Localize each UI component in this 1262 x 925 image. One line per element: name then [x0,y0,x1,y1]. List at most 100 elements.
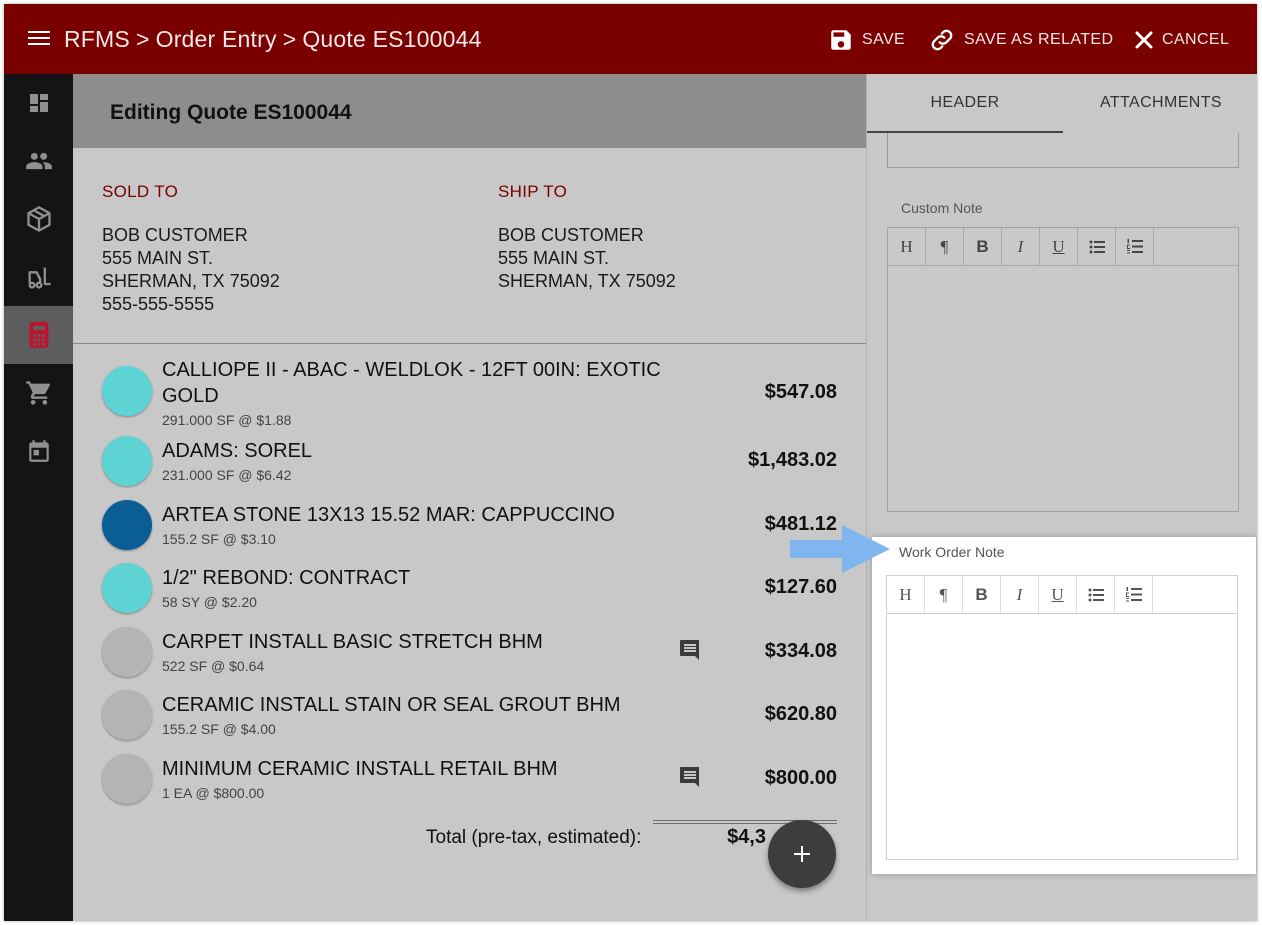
sold-to-address: BOB CUSTOMER 555 MAIN ST. SHERMAN, TX 75… [102,224,280,316]
line-item-detail: 155.2 SF @ $3.10 [162,531,276,547]
save-label: SAVE [862,31,906,48]
line-item-name: MINIMUM CERAMIC INSTALL RETAIL BHM [162,758,558,780]
ship-to-line: BOB CUSTOMER [498,225,644,245]
bold-button[interactable]: B [964,228,1002,265]
numbered-list-icon [1125,587,1142,602]
save-as-related-button[interactable]: SAVE AS RELATED [928,26,1113,54]
ship-to-line: 555 MAIN ST. [498,248,610,268]
custom-note-toolbar: H ¶ B I U [888,228,1238,266]
line-status-dot [102,500,152,550]
section-divider [73,343,866,344]
line-item-detail: 291.000 SF @ $1.88 [162,412,292,428]
close-icon [1135,31,1153,49]
underline-button[interactable]: U [1040,228,1078,265]
bulleted-list-icon [1088,588,1104,601]
sold-to-line: SHERMAN, TX 75092 [102,271,280,291]
line-item-name: CERAMIC INSTALL STAIN OR SEAL GROUT BHM [162,694,621,716]
package-icon [26,206,51,232]
app-window: RFMS > Order Entry > Quote ES100044 SAVE SAV… [4,4,1257,921]
quote-panel: Editing Quote ES100044 SOLD TO BOB CUSTO… [73,74,866,921]
ship-to-label: SHIP TO [498,182,568,201]
nav-products[interactable] [4,190,73,248]
previous-field[interactable] [887,133,1239,168]
breadcrumb-item-rfms[interactable]: RFMS [64,26,130,52]
total-label: Total (pre-tax, estimated): [426,827,642,848]
link-icon [931,29,953,51]
nav-schedule[interactable] [4,422,73,480]
line-status-dot [102,690,152,740]
cart-icon [25,381,50,405]
line-status-dot [102,563,152,613]
breadcrumb-item-order-entry[interactable]: Order Entry [156,26,277,52]
sold-to-label: SOLD TO [102,182,179,201]
page-title: Editing Quote ES100044 [110,101,352,124]
line-item-name: ARTEA STONE 13X13 15.52 MAR: CAPPUCCINO [162,504,615,526]
line-item-name: 1/2" REBOND: CONTRACT [162,567,411,589]
line-item-detail: 231.000 SF @ $6.42 [162,467,292,483]
breadcrumb-separator: > [282,26,297,52]
breadcrumb-separator: > [135,26,150,52]
underline-button[interactable]: U [1039,576,1077,613]
bulleted-list-button[interactable] [1077,576,1115,613]
calculator-icon [29,322,48,348]
numbered-list-button[interactable] [1115,576,1153,613]
line-item-price: $547.08 [764,381,837,403]
line-item-detail: 1 EA @ $800.00 [162,785,265,801]
italic-button[interactable]: I [1002,228,1040,265]
ship-to-line: SHERMAN, TX 75092 [498,271,676,291]
forklift-icon [28,267,51,289]
work-order-note-text-area[interactable] [887,614,1237,859]
cancel-button[interactable]: CANCEL [1134,26,1229,54]
work-order-note-toolbar: H ¶ B I U [887,576,1237,614]
save-icon [831,30,851,50]
numbered-list-button[interactable] [1116,228,1154,265]
line-item-price: $127.60 [764,576,837,598]
nav-inventory[interactable] [4,248,73,306]
dashboard-icon [29,94,48,112]
save-button[interactable]: SAVE [828,26,905,54]
line-item-price: $1,483.02 [748,449,837,471]
heading-button[interactable]: H [887,576,925,613]
nav-dashboard[interactable] [4,74,73,132]
callout-arrow-icon [790,525,890,573]
nav-quotes[interactable] [4,306,73,364]
line-item-detail: 522 SF @ $0.64 [162,658,265,674]
italic-button[interactable]: I [1001,576,1039,613]
line-item-price: $334.08 [764,640,837,662]
bold-button[interactable]: B [963,576,1001,613]
line-item-name: CALLIOPE II - ABAC - WELDLOK - 12FT 00IN… [162,359,661,407]
nav-rail [4,74,73,921]
line-status-dot [102,754,152,804]
tab-attachments[interactable]: ATTACHMENTS [1063,74,1257,132]
calendar-icon [28,440,49,462]
line-item-detail: 58 SY @ $2.20 [162,594,257,610]
line-status-dot [102,366,152,416]
line-item-detail: 155.2 SF @ $4.00 [162,721,276,737]
paragraph-button[interactable]: ¶ [926,228,964,265]
cancel-label: CANCEL [1162,31,1230,48]
nav-orders[interactable] [4,364,73,422]
custom-note-editor: H ¶ B I U [887,227,1239,512]
heading-button[interactable]: H [888,228,926,265]
top-app-bar: RFMS > Order Entry > Quote ES100044 SAVE SAV… [4,4,1257,74]
paragraph-button[interactable]: ¶ [925,576,963,613]
bulleted-list-button[interactable] [1078,228,1116,265]
comment-icon[interactable] [677,765,703,789]
breadcrumb: RFMS > Order Entry > Quote ES100044 [64,26,482,53]
sold-to-line: 555 MAIN ST. [102,248,214,268]
numbered-list-icon [1126,239,1143,254]
work-order-note-editor: H ¶ B I U [886,575,1238,860]
nav-customers[interactable] [4,132,73,190]
menu-icon[interactable] [26,27,52,51]
save-as-related-label: SAVE AS RELATED [964,31,1114,48]
sold-to-line: 555-555-5555 [102,294,215,314]
line-status-dot [102,627,152,677]
add-line-button[interactable] [768,820,836,888]
sold-to-line: BOB CUSTOMER [102,225,248,245]
quote-title-bar: Editing Quote ES100044 [73,74,866,148]
total-value: $4,3 [727,826,766,848]
custom-note-text-area[interactable] [888,266,1238,511]
comment-icon[interactable] [677,638,703,662]
tab-header[interactable]: HEADER [867,74,1063,133]
breadcrumb-item-quote: Quote ES100044 [302,26,482,52]
